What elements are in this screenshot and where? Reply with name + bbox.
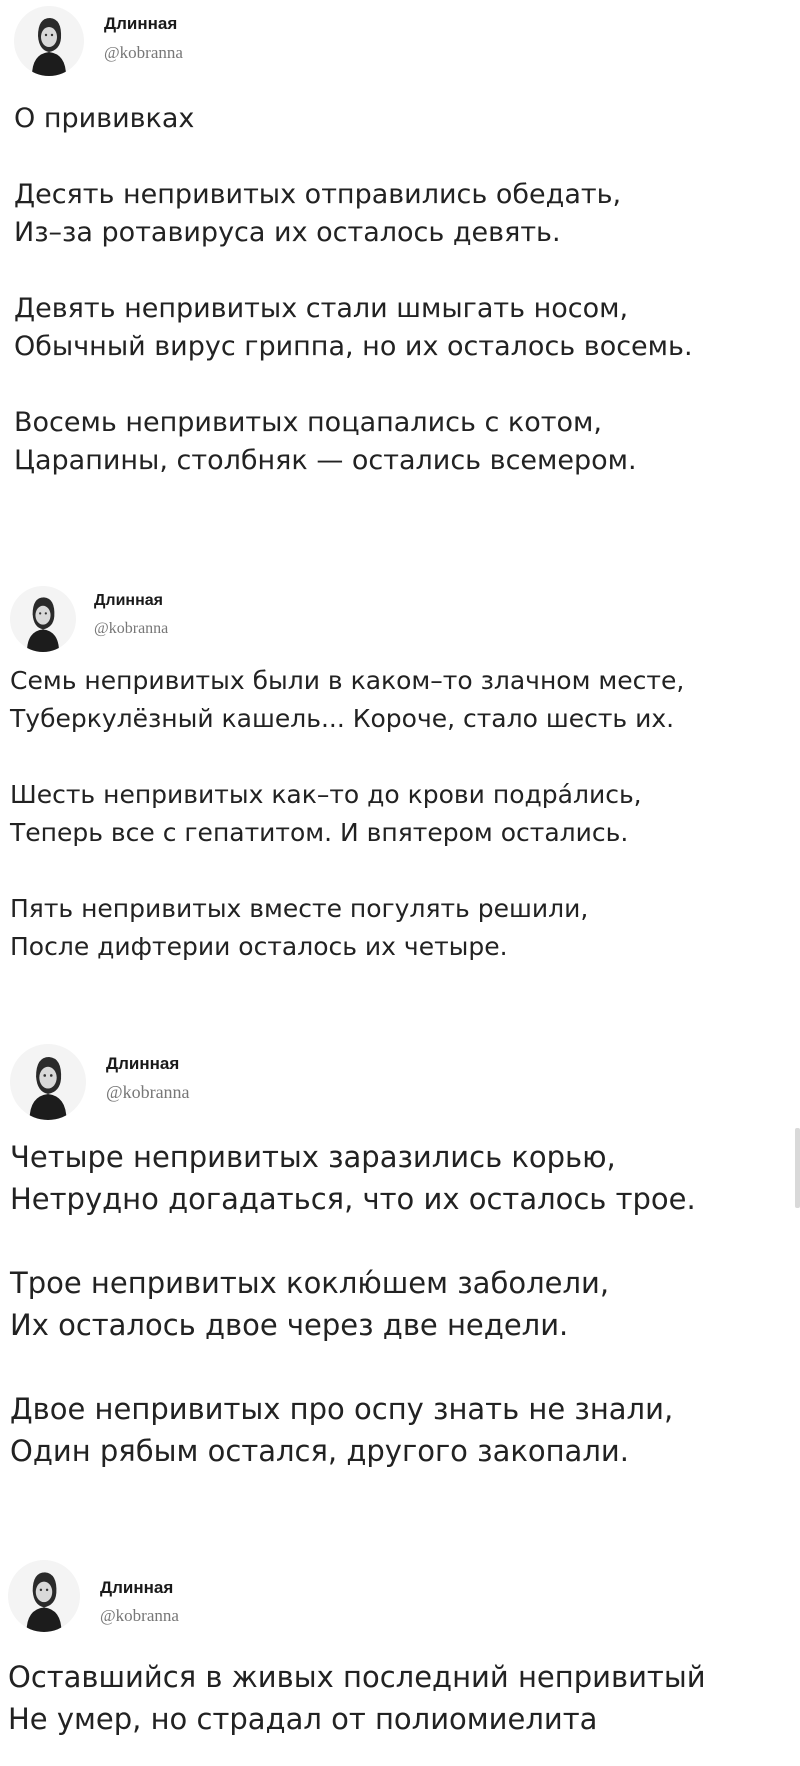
tweet-text: Четыре непривитых заразились корью, Нетр… xyxy=(10,1136,696,1472)
profile-photo-icon xyxy=(10,586,76,652)
profile-photo-icon xyxy=(8,1560,80,1632)
stanza: Трое непривитых коклю́шем заболели, Их о… xyxy=(10,1266,610,1342)
stanza: Четыре непривитых заразились корью, Нетр… xyxy=(10,1140,696,1216)
tweet-header: Длинная @kobranna xyxy=(0,1556,400,1636)
stanza: Девять непривитых стали шмыгать носом, О… xyxy=(14,293,693,362)
scrollbar-thumb[interactable] xyxy=(795,1128,800,1208)
tweet-header: Длинная @kobranna xyxy=(0,580,400,660)
author-handle[interactable]: @kobranna xyxy=(106,1082,190,1103)
author-handle[interactable]: @kobranna xyxy=(100,1606,179,1626)
stanza: Восемь непривитых поцапались с котом, Ца… xyxy=(14,407,637,476)
avatar[interactable] xyxy=(8,1560,80,1632)
author-name[interactable]: Длинная xyxy=(106,1054,179,1074)
profile-photo-icon xyxy=(14,6,84,76)
stanza: Пять непривитых вместе погулять решили, … xyxy=(10,894,589,961)
tweet-text: Семь непривитых были в каком–то злачном … xyxy=(10,662,684,966)
stanza: Десять непривитых отправились обедать, И… xyxy=(14,179,622,248)
author-name[interactable]: Длинная xyxy=(104,14,177,34)
author-handle[interactable]: @kobranna xyxy=(94,620,168,638)
tweet-title: О прививках xyxy=(14,103,195,134)
stanza: Оставшийся в живых последний непривитый … xyxy=(8,1660,706,1736)
stanza: Двое непривитых про оспу знать не знали,… xyxy=(10,1392,674,1468)
avatar[interactable] xyxy=(10,586,76,652)
stanza: Семь непривитых были в каком–то злачном … xyxy=(10,666,685,733)
profile-photo-icon xyxy=(10,1044,86,1120)
author-name[interactable]: Длинная xyxy=(100,1578,173,1598)
stanza: Шесть непривитых как–то до крови подрáли… xyxy=(10,780,642,847)
tweet-header: Длинная @kobranna xyxy=(0,1040,400,1120)
tweet-header: Длинная @kobranna xyxy=(0,0,400,80)
tweet-text: О прививках Десять непривитых отправилис… xyxy=(14,100,693,480)
author-name[interactable]: Длинная xyxy=(94,592,163,610)
avatar[interactable] xyxy=(10,1044,86,1120)
author-handle[interactable]: @kobranna xyxy=(104,43,183,63)
tweet-text: Оставшийся в живых последний непривитый … xyxy=(8,1656,706,1740)
avatar[interactable] xyxy=(14,6,84,76)
